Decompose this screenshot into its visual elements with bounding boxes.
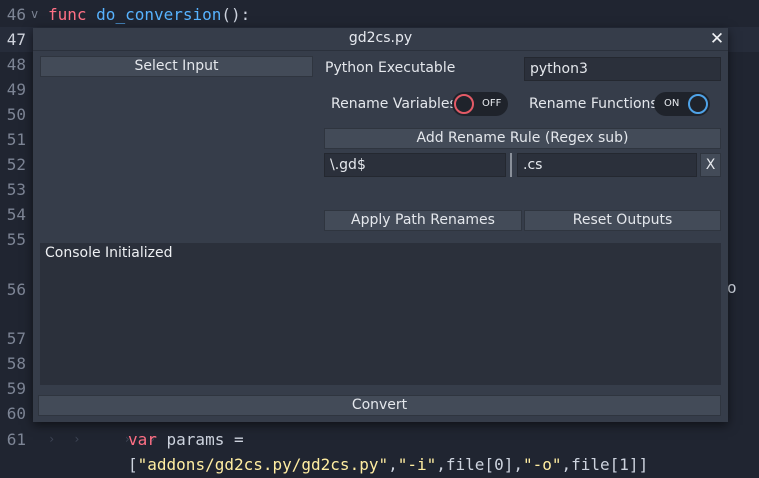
apply-path-renames-button[interactable]: Apply Path Renames — [324, 210, 522, 231]
code-token: params = — [166, 430, 244, 449]
rename-functions-label: Rename Functions — [529, 96, 658, 112]
line-number: 49 — [6, 80, 26, 99]
toggle-state-text: ON — [664, 98, 680, 109]
line-number: 47 — [6, 30, 26, 49]
rename-functions-toggle[interactable]: ON — [654, 92, 710, 116]
code-line[interactable]: 46 v func do_conversion(): — [0, 2, 759, 27]
chevron-down-icon[interactable]: v — [31, 2, 38, 27]
dialog-titlebar[interactable]: gd2cs.py ✕ — [33, 28, 728, 51]
code-token: func — [48, 5, 97, 24]
line-number: 46 — [6, 5, 26, 24]
console-text: Console Initialized — [45, 245, 173, 261]
code-token: ,file[0], — [436, 455, 523, 474]
line-number: 57 — [6, 329, 26, 348]
line-number: 51 — [6, 130, 26, 149]
code-token: var — [128, 430, 167, 449]
rename-variables-toggle[interactable]: OFF — [452, 92, 508, 116]
close-icon[interactable]: ✕ — [708, 30, 726, 48]
reset-outputs-button[interactable]: Reset Outputs — [524, 210, 721, 231]
select-input-button[interactable]: Select Input — [40, 56, 313, 77]
gd2cs-dialog: gd2cs.py ✕ Select Input Python Executabl… — [33, 28, 728, 422]
code-token: "-i" — [397, 455, 437, 474]
code-line-wrapped[interactable]: ["addons/gd2cs.py/gd2cs.py","-i",file[0]… — [0, 452, 759, 477]
line-number: 52 — [6, 155, 26, 174]
convert-button[interactable]: Convert — [38, 395, 721, 416]
line-number: 53 — [6, 180, 26, 199]
rule-separator — [510, 153, 512, 177]
code-text: var params = — [128, 427, 244, 452]
line-number: 61 — [6, 430, 26, 449]
code-token: (): — [221, 5, 251, 24]
rename-replacement-field[interactable]: .cs — [517, 153, 697, 177]
line-number: 56 — [6, 280, 26, 299]
remove-rule-button[interactable]: X — [700, 153, 721, 177]
toggle-knob — [454, 94, 474, 114]
dialog-body: Select Input Python Executable python3 R… — [33, 51, 728, 422]
toggle-knob — [688, 94, 708, 114]
code-token: "addons/gd2cs.py/gd2cs.py" — [137, 455, 389, 474]
toggle-state-text: OFF — [482, 98, 502, 109]
python-executable-field[interactable]: python3 — [524, 57, 721, 81]
line-number: 54 — [6, 205, 26, 224]
code-token: do_conversion — [96, 5, 222, 24]
code-token: "-o" — [522, 455, 562, 474]
console-output[interactable]: Console Initialized — [40, 243, 721, 385]
python-executable-label: Python Executable — [325, 60, 456, 76]
code-token: , — [388, 455, 398, 474]
add-rename-rule-button[interactable]: Add Rename Rule (Regex sub) — [324, 128, 721, 149]
rename-variables-label: Rename Variables — [331, 96, 457, 112]
rename-pattern-field[interactable]: \.gd$ — [324, 153, 506, 177]
code-line[interactable]: 61 ›› ›› var params = — [0, 427, 759, 452]
line-number: 59 — [6, 379, 26, 398]
code-token: [ — [128, 455, 138, 474]
line-number: 60 — [6, 404, 26, 423]
line-number: 48 — [6, 55, 26, 74]
line-number: 50 — [6, 105, 26, 124]
line-number: 55 — [6, 230, 26, 249]
code-token: ,file[1]] — [561, 455, 649, 474]
code-text: ["addons/gd2cs.py/gd2cs.py","-i",file[0]… — [128, 452, 648, 477]
code-overflow-text: o — [727, 278, 737, 297]
dialog-title: gd2cs.py — [348, 30, 413, 46]
code-text: func do_conversion(): — [48, 2, 250, 27]
line-number: 58 — [6, 354, 26, 373]
